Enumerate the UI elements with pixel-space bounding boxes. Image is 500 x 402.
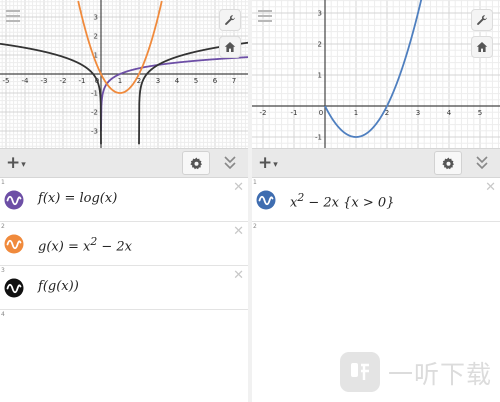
add-label: + (258, 153, 273, 173)
expression-formula[interactable]: x2 − 2x {x > 0} (290, 191, 394, 210)
x-tick-label: -1 (291, 109, 298, 117)
expression-formula[interactable]: f(g(x)) (38, 279, 79, 294)
gear-icon (189, 157, 202, 169)
y-tick-label: 2 (94, 33, 98, 41)
graph-canvas-left[interactable]: -5 -4 -3 -2 -1 0 1 2 3 4 5 6 7 3 2 1 -1 -2 -3 (0, 0, 248, 148)
add-expression-button[interactable]: + ▾ (258, 152, 288, 174)
x-tick-label: 6 (213, 77, 218, 85)
chevron-down-icon: ▾ (21, 159, 26, 170)
settings-button[interactable] (434, 151, 462, 175)
watermark: 一听下载 (340, 352, 492, 392)
y-tick-label: 3 (94, 14, 98, 22)
home-icon[interactable] (471, 36, 493, 58)
x-tick-label: 1 (118, 77, 122, 85)
left-calculator-panel: -5 -4 -3 -2 -1 0 1 2 3 4 5 6 7 3 2 1 -1 -2 -3 + ▾ 1 f(x) = l… (0, 0, 248, 402)
expression-row[interactable]: 1 x2 − 2x {x > 0} ✕ (252, 178, 500, 222)
double-chevron-down-icon (224, 156, 236, 170)
add-label: + (6, 153, 21, 173)
close-icon[interactable]: ✕ (233, 180, 244, 195)
expression-formula[interactable]: f(x) = log(x) (38, 191, 117, 206)
x-tick-label: 0 (319, 109, 323, 117)
expression-number: 1 (1, 179, 5, 186)
grid (252, 0, 500, 148)
x-tick-label: 1 (354, 109, 358, 117)
expression-row[interactable]: 2 g(x) = x2 − 2x ✕ (0, 222, 248, 266)
right-calculator-panel: -2 -1 0 1 2 3 4 5 3 2 1 -1 + ▾ 1 x2 − 2x {x > 0} ✕ 2 (252, 0, 500, 402)
expression-number: 1 (253, 179, 257, 186)
wave-icon[interactable] (256, 190, 276, 210)
x-tick-label: -2 (60, 77, 67, 85)
expression-number: 4 (1, 311, 5, 318)
wave-icon[interactable] (4, 190, 24, 210)
watermark-text: 一听下载 (388, 360, 493, 389)
expression-row[interactable]: 1 f(x) = log(x) ✕ (0, 178, 248, 222)
y-tick-label: 2 (318, 41, 322, 49)
x-tick-label: 5 (478, 109, 482, 117)
collapse-list-button[interactable] (222, 154, 238, 172)
expression-number: 2 (1, 223, 5, 230)
expression-number: 3 (1, 267, 5, 274)
expression-toolbar: + ▾ (0, 148, 248, 178)
y-tick-label: -1 (91, 90, 98, 98)
y-tick-label: -1 (315, 134, 322, 142)
close-icon[interactable]: ✕ (485, 180, 496, 195)
x-tick-label: -3 (41, 77, 48, 85)
x-tick-label: 4 (175, 77, 180, 85)
wrench-icon[interactable] (471, 9, 493, 31)
x-tick-label: 5 (194, 77, 198, 85)
add-expression-button[interactable]: + ▾ (6, 152, 36, 174)
x-tick-label: -4 (22, 77, 30, 85)
empty-expression-row[interactable]: 4 (0, 310, 248, 338)
collapse-list-button[interactable] (474, 154, 490, 172)
x-tick-label: 7 (232, 77, 236, 85)
double-chevron-down-icon (476, 156, 488, 170)
x-tick-label: 3 (416, 109, 420, 117)
x-tick-label: -1 (79, 77, 86, 85)
wave-icon[interactable] (4, 234, 24, 254)
graph-svg-right[interactable]: -2 -1 0 1 2 3 4 5321-1 (252, 0, 500, 148)
x-tick-label: -2 (260, 109, 267, 117)
y-tick-label: -3 (91, 128, 98, 136)
watermark-logo-icon (340, 352, 380, 392)
home-icon[interactable] (219, 36, 241, 58)
x-tick-label: 4 (447, 109, 452, 117)
expression-toolbar: + ▾ (252, 148, 500, 178)
y-tick-label: 3 (318, 10, 322, 18)
hamburger-icon[interactable] (258, 10, 272, 22)
expression-number: 2 (253, 223, 257, 230)
wave-icon[interactable] (4, 278, 24, 298)
y-tick-label: 1 (318, 72, 322, 80)
x-tick-label: 3 (156, 77, 160, 85)
chevron-down-icon: ▾ (273, 159, 278, 170)
gear-icon (441, 157, 454, 169)
settings-button[interactable] (182, 151, 210, 175)
expression-row[interactable]: 3 f(g(x)) ✕ (0, 266, 248, 310)
expression-formula[interactable]: g(x) = x2 − 2x (38, 235, 132, 254)
graph-svg-left[interactable]: -5 -4 -3 -2 -1 0 1 2 3 4 5 6 7321-1-2-3 (0, 0, 248, 148)
x-tick-label: -5 (3, 77, 10, 85)
hamburger-icon[interactable] (6, 10, 20, 22)
y-tick-label: -2 (91, 109, 98, 117)
close-icon[interactable]: ✕ (233, 224, 244, 239)
wrench-icon[interactable] (219, 9, 241, 31)
graph-canvas-right[interactable]: -2 -1 0 1 2 3 4 5 3 2 1 -1 (252, 0, 500, 148)
empty-expression-row[interactable]: 2 (252, 222, 500, 250)
close-icon[interactable]: ✕ (233, 268, 244, 283)
